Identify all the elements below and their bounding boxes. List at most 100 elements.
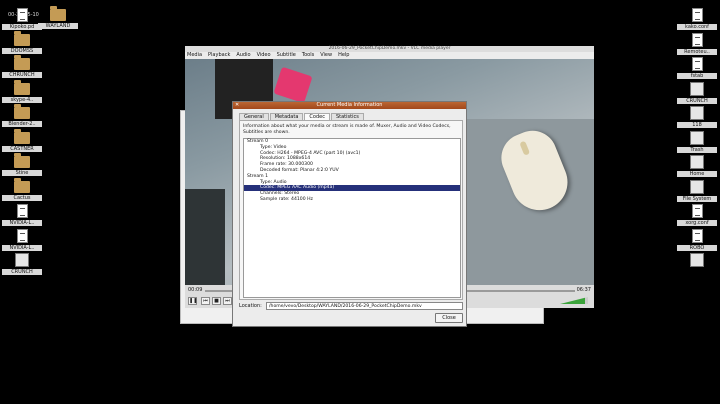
desktop-icon-label: kako.conf (677, 24, 717, 30)
document-icon (691, 204, 703, 218)
desktop-icon-label: Home (677, 171, 717, 177)
desktop-icon-label: CHRUNCH (2, 72, 42, 78)
desktop-icon-label: CRUNCH (2, 269, 42, 275)
desktop-icon-label: ROBO (677, 244, 717, 251)
time-elapsed: 00:09 (188, 287, 203, 293)
drive-icon (690, 179, 704, 194)
desktop-icon-label: fstab (677, 73, 717, 79)
menu-help[interactable]: Help (338, 52, 349, 59)
close-button[interactable]: Close (435, 313, 463, 323)
media-info-dialog: ✕ Current Media Information General Meta… (232, 101, 467, 327)
right-desktop-icon[interactable]: xorg.conf (677, 204, 717, 226)
menu-video[interactable]: Video (257, 52, 271, 59)
desktop-icon-label: 118 (677, 122, 717, 128)
right-desktop-icon[interactable]: Home (677, 155, 717, 177)
desktop-icon-label: Trash (677, 146, 717, 153)
desktop-icon-label: DOOMSS (2, 47, 42, 54)
stop-button[interactable]: ■ (212, 297, 221, 305)
right-desktop-icon[interactable]: ROBO (677, 228, 717, 251)
codec-description: Information about what your media or str… (243, 124, 451, 135)
time-total: 06:37 (576, 287, 591, 293)
tab-statistics[interactable]: Statistics (330, 113, 364, 120)
desktop-icon-label: xorg.conf (677, 220, 717, 226)
left-desktop-icon[interactable]: CASTNER (2, 128, 42, 152)
tab-codec[interactable]: Codec (304, 113, 330, 120)
desktop-icon-label: skype-4.. (2, 96, 42, 103)
location-field[interactable]: /home/vevo/Desktop/WAYLAND/2016-06-29_Po… (266, 302, 463, 310)
drive-icon (690, 81, 704, 96)
menu-media[interactable]: Media (187, 52, 202, 59)
folder-icon (50, 6, 66, 21)
right-desktop-icon[interactable] (677, 253, 717, 267)
left-desktop-icon[interactable]: WAYLAND (38, 6, 78, 29)
left-desktop-icon[interactable]: Cactus (2, 177, 42, 201)
menu-view[interactable]: View (320, 52, 332, 59)
folder-icon (14, 104, 30, 119)
right-desktop-icon[interactable]: 118 (677, 106, 717, 128)
dark-object (185, 189, 225, 285)
left-desktop-icon[interactable]: DOOMSS (2, 30, 42, 54)
codec-panel: Information about what your media or str… (239, 120, 463, 300)
next-button[interactable]: ⏭ (223, 297, 232, 305)
right-desktop-icon[interactable]: Trash (677, 130, 717, 153)
previous-button[interactable]: ⏮ (201, 297, 210, 305)
pink-object (273, 66, 313, 104)
document-icon (16, 204, 28, 218)
folder-icon (14, 128, 30, 144)
left-desktop-icon[interactable]: Stine (2, 153, 42, 176)
dialog-tabs: General Metadata Codec Statistics (239, 113, 364, 120)
menu-subtitle[interactable]: Subtitle (277, 52, 296, 59)
folder-icon (14, 30, 30, 46)
right-desktop-icon[interactable]: Remoteu.. (677, 32, 717, 55)
folder-icon (14, 153, 30, 168)
folder-icon (14, 55, 30, 70)
left-desktop-icon[interactable]: CHRUNCH (2, 55, 42, 78)
desktop-icon-label: NVIDIA-L.. (2, 220, 42, 226)
volume-slider[interactable] (560, 297, 588, 304)
desktop-icon-label: NVIDIA-L.. (2, 244, 42, 251)
left-desktop-icon[interactable]: Blender-2.. (2, 104, 42, 127)
trash-icon (690, 130, 704, 145)
folder-icon (14, 177, 30, 193)
left-desktop-icon[interactable]: NVIDIA-L.. (2, 204, 42, 226)
left-desktop-icon[interactable]: skype-4.. (2, 79, 42, 103)
desktop-icon-label: Kipoko.pd (2, 24, 42, 30)
document-icon (16, 228, 28, 243)
document-icon (691, 57, 703, 71)
left-desktop-icon[interactable]: NVIDIA-L.. (2, 228, 42, 251)
document-icon (691, 32, 703, 47)
speaker-icon (690, 253, 704, 267)
drive-icon (690, 106, 704, 120)
desktop-icon-label: Blender-2.. (2, 121, 42, 127)
right-desktop-icon[interactable]: kako.conf (677, 8, 717, 30)
desktop-icon-label: Stine (2, 170, 42, 176)
folder-icon (14, 79, 30, 95)
document-icon (16, 8, 28, 22)
vlc-menubar: Media Playback Audio Video Subtitle Tool… (185, 52, 594, 59)
document-icon (691, 8, 703, 22)
right-desktop-icon[interactable]: fstab (677, 57, 717, 79)
desktop-icon-label: Remoteu.. (677, 48, 717, 55)
left-desktop-icon[interactable]: CRUNCH (2, 253, 42, 275)
desktop-icon-label: CRUNCH (677, 97, 717, 104)
right-desktop-icon[interactable]: File System (677, 179, 717, 202)
codec-tree[interactable]: Stream 0 Type: Video Codec: H264 - MPEG-4 … (243, 138, 461, 298)
menu-audio[interactable]: Audio (236, 52, 250, 59)
dialog-title: Current Media Information (316, 102, 383, 108)
menu-playback[interactable]: Playback (208, 52, 230, 59)
desktop-icon-label: CASTNER (2, 145, 42, 152)
dialog-titlebar: ✕ Current Media Information (233, 102, 466, 109)
tree-item[interactable]: Sample rate: 44100 Hz (244, 197, 460, 203)
right-desktop-icon[interactable]: CRUNCH (677, 81, 717, 104)
desktop-icon-label: WAYLAND (38, 23, 78, 29)
location-label: Location: (239, 303, 262, 309)
home-icon (690, 155, 704, 169)
desktop-icon-label: File System (677, 195, 717, 202)
menu-tools[interactable]: Tools (302, 52, 314, 59)
tab-metadata[interactable]: Metadata (269, 113, 304, 120)
pause-button[interactable]: ❚❚ (188, 297, 197, 305)
tab-general[interactable]: General (239, 113, 269, 120)
drive-icon (15, 253, 29, 267)
left-desktop-icon[interactable]: Kipoko.pd (2, 8, 42, 30)
close-icon[interactable]: ✕ (235, 102, 239, 109)
